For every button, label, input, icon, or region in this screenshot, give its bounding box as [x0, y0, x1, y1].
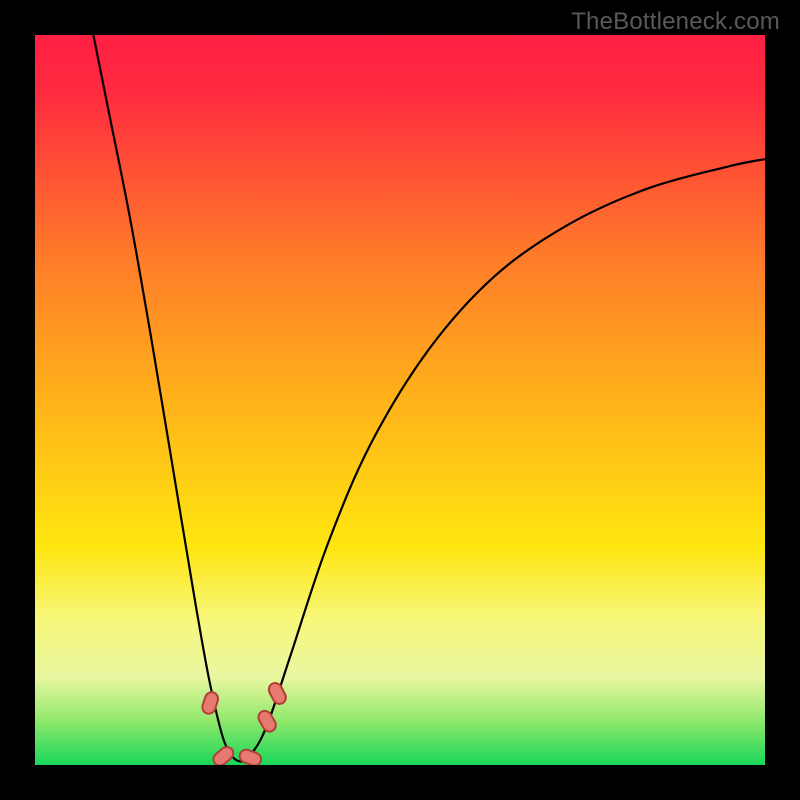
gradient-background [35, 35, 765, 765]
chart-outer-frame: TheBottleneck.com [0, 0, 800, 800]
chart-canvas [35, 35, 765, 765]
watermark-text: TheBottleneck.com [571, 8, 780, 36]
plot-area [35, 35, 765, 765]
